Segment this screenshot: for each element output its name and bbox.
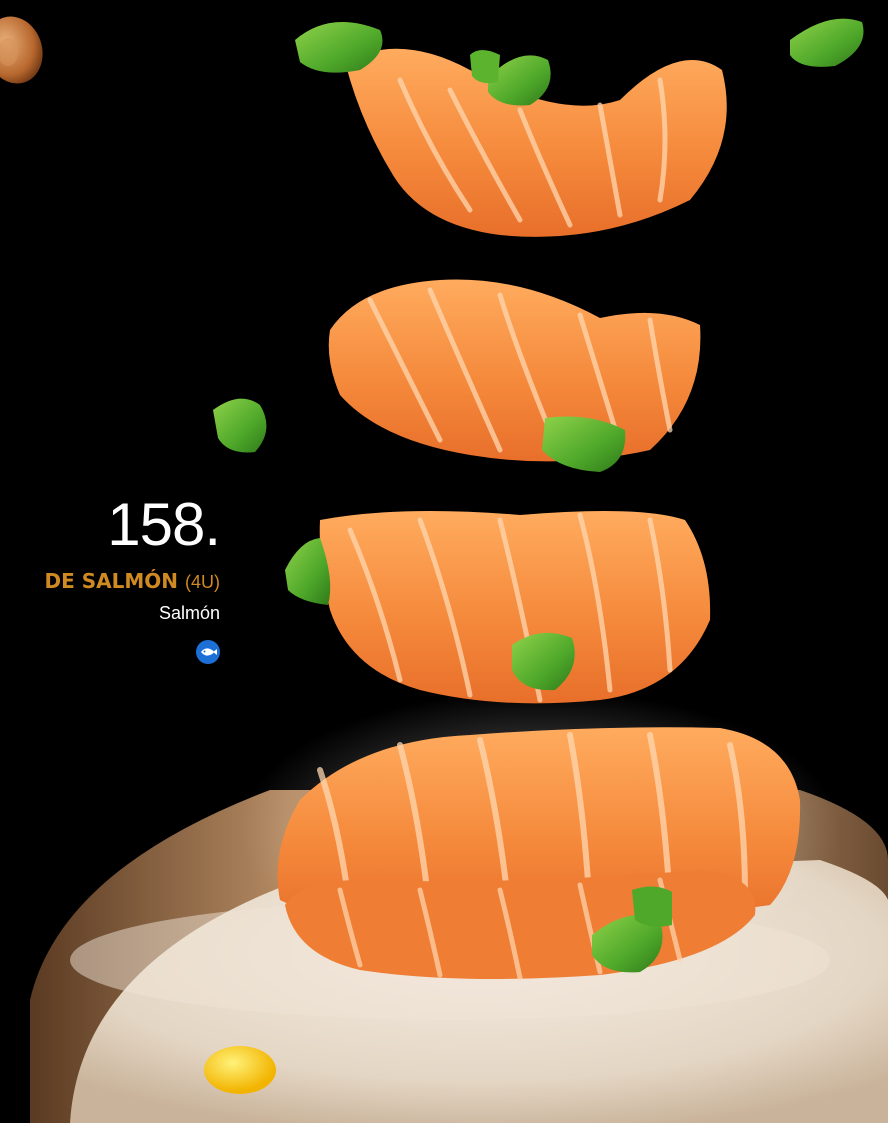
fish-icon <box>196 640 220 664</box>
menu-page: 158. DE SALMÓN (4U) Salmón <box>0 0 888 1123</box>
item-number: 158. <box>107 491 221 558</box>
item-description: Salmón <box>158 603 220 623</box>
item-quantity: (4U) <box>185 572 220 592</box>
item-name-line: DE SALMÓN (4U) <box>45 569 220 594</box>
menu-item-block: 158. DE SALMÓN (4U) Salmón <box>45 491 221 664</box>
item-name: DE SALMÓN <box>44 569 179 593</box>
